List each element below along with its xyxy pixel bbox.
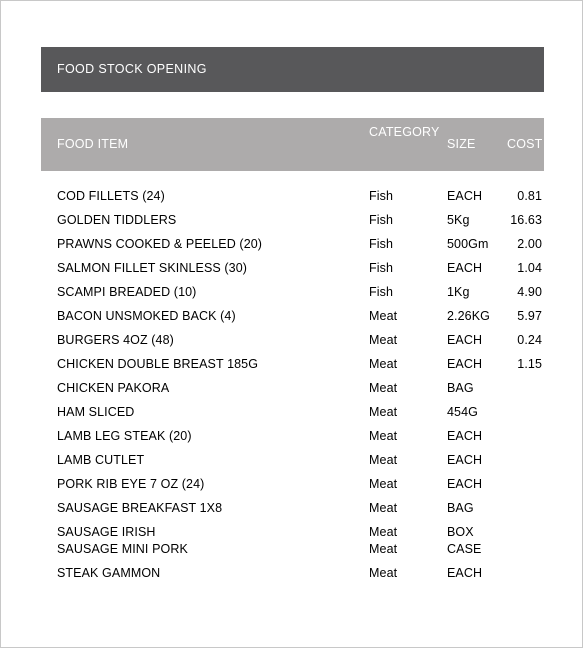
cell-category: Fish <box>369 285 394 299</box>
table-row: CHICKEN DOUBLE BREAST 185G Meat EACH 1.15 <box>41 357 544 381</box>
cell-size: BAG <box>447 381 474 395</box>
cell-category: Meat <box>369 453 398 467</box>
table-row: SCAMPI BREADED (10) Fish 1Kg 4.90 <box>41 285 544 309</box>
cell-size: 454G <box>447 405 478 419</box>
table-header-row: FOOD ITEM CATEGORY SIZE COST <box>41 118 544 171</box>
table-row: SAUSAGE BREAKFAST 1X8 Meat BAG <box>41 501 544 525</box>
table-row: PRAWNS COOKED & PEELED (20) Fish 500Gm 2.00 <box>41 237 544 261</box>
cell-category: Fish <box>369 261 394 275</box>
cell-size: EACH <box>447 429 483 443</box>
table-row: STEAK GAMMON Meat EACH <box>41 566 544 590</box>
cell-cost: 2.00 <box>517 237 542 251</box>
cell-category: Meat <box>369 542 398 556</box>
table-row: CHICKEN PAKORA Meat BAG <box>41 381 544 405</box>
cell-food-item: GOLDEN TIDDLERS <box>57 213 177 227</box>
cell-category: Fish <box>369 213 394 227</box>
document-title-band: FOOD STOCK OPENING <box>41 47 544 92</box>
cell-food-item: SCAMPI BREADED (10) <box>57 285 197 299</box>
cell-size: EACH <box>447 477 483 491</box>
cell-category: Fish <box>369 237 394 251</box>
cell-size: EACH <box>447 453 483 467</box>
cell-food-item: BURGERS 4OZ (48) <box>57 333 174 347</box>
cell-cost: 0.24 <box>517 333 542 347</box>
cell-category: Meat <box>369 309 398 323</box>
cell-food-item: LAMB LEG STEAK (20) <box>57 429 192 443</box>
cell-cost: 0.81 <box>517 189 542 203</box>
table-row: SALMON FILLET SKINLESS (30) Fish EACH 1.04 <box>41 261 544 285</box>
cell-category: Meat <box>369 429 398 443</box>
cell-food-item: LAMB CUTLET <box>57 453 145 467</box>
cell-food-item: PRAWNS COOKED & PEELED (20) <box>57 237 263 251</box>
cell-size: EACH <box>447 189 483 203</box>
page-title: FOOD STOCK OPENING <box>57 62 207 76</box>
cell-food-item: CHICKEN PAKORA <box>57 381 170 395</box>
cell-food-item: HAM SLICED <box>57 405 135 419</box>
cell-size: BAG <box>447 501 474 515</box>
table-row: BURGERS 4OZ (48) Meat EACH 0.24 <box>41 333 544 357</box>
cell-size: EACH <box>447 357 483 371</box>
cell-category: Meat <box>369 357 398 371</box>
column-header-cost: COST <box>507 137 543 151</box>
table-row: BACON UNSMOKED BACK (4) Meat 2.26KG 5.97 <box>41 309 544 333</box>
table-row: PORK RIB EYE 7 OZ (24) Meat EACH <box>41 477 544 501</box>
column-header-category: CATEGORY <box>369 125 440 139</box>
cell-food-item: SAUSAGE IRISH <box>57 525 156 539</box>
document-page: FOOD STOCK OPENING FOOD ITEM CATEGORY SI… <box>0 0 583 648</box>
cell-size: EACH <box>447 333 483 347</box>
table-row: HAM SLICED Meat 454G <box>41 405 544 429</box>
cell-food-item: SAUSAGE MINI PORK <box>57 542 188 556</box>
cell-cost: 16.63 <box>510 213 542 227</box>
cell-size: CASE <box>447 542 482 556</box>
table-row: SAUSAGE IRISH Meat BOX <box>41 525 544 542</box>
cell-category: Meat <box>369 501 398 515</box>
cell-size: EACH <box>447 261 483 275</box>
cell-food-item: SAUSAGE BREAKFAST 1X8 <box>57 501 223 515</box>
cell-size: 1Kg <box>447 285 470 299</box>
cell-category: Fish <box>369 189 394 203</box>
table-row: LAMB LEG STEAK (20) Meat EACH <box>41 429 544 453</box>
table-row: SAUSAGE MINI PORK Meat CASE <box>41 542 544 566</box>
cell-category: Meat <box>369 333 398 347</box>
cell-category: Meat <box>369 381 398 395</box>
cell-size: BOX <box>447 525 474 539</box>
cell-category: Meat <box>369 566 398 580</box>
cell-cost: 1.04 <box>517 261 542 275</box>
cell-food-item: SALMON FILLET SKINLESS (30) <box>57 261 248 275</box>
table-row: GOLDEN TIDDLERS Fish 5Kg 16.63 <box>41 213 544 237</box>
column-header-food-item: FOOD ITEM <box>57 137 129 151</box>
cell-category: Meat <box>369 525 398 539</box>
cell-cost: 4.90 <box>517 285 542 299</box>
cell-food-item: CHICKEN DOUBLE BREAST 185G <box>57 357 259 371</box>
cell-cost: 1.15 <box>517 357 542 371</box>
cell-food-item: BACON UNSMOKED BACK (4) <box>57 309 236 323</box>
column-header-size: SIZE <box>447 137 476 151</box>
cell-category: Meat <box>369 405 398 419</box>
cell-food-item: PORK RIB EYE 7 OZ (24) <box>57 477 205 491</box>
table-body: COD FILLETS (24) Fish EACH 0.81 GOLDEN TIDDL… <box>41 189 544 590</box>
cell-food-item: STEAK GAMMON <box>57 566 161 580</box>
cell-category: Meat <box>369 477 398 491</box>
cell-cost: 5.97 <box>517 309 542 323</box>
cell-size: EACH <box>447 566 483 580</box>
table-row: COD FILLETS (24) Fish EACH 0.81 <box>41 189 544 213</box>
cell-food-item: COD FILLETS (24) <box>57 189 165 203</box>
table-row: LAMB CUTLET Meat EACH <box>41 453 544 477</box>
cell-size: 5Kg <box>447 213 470 227</box>
